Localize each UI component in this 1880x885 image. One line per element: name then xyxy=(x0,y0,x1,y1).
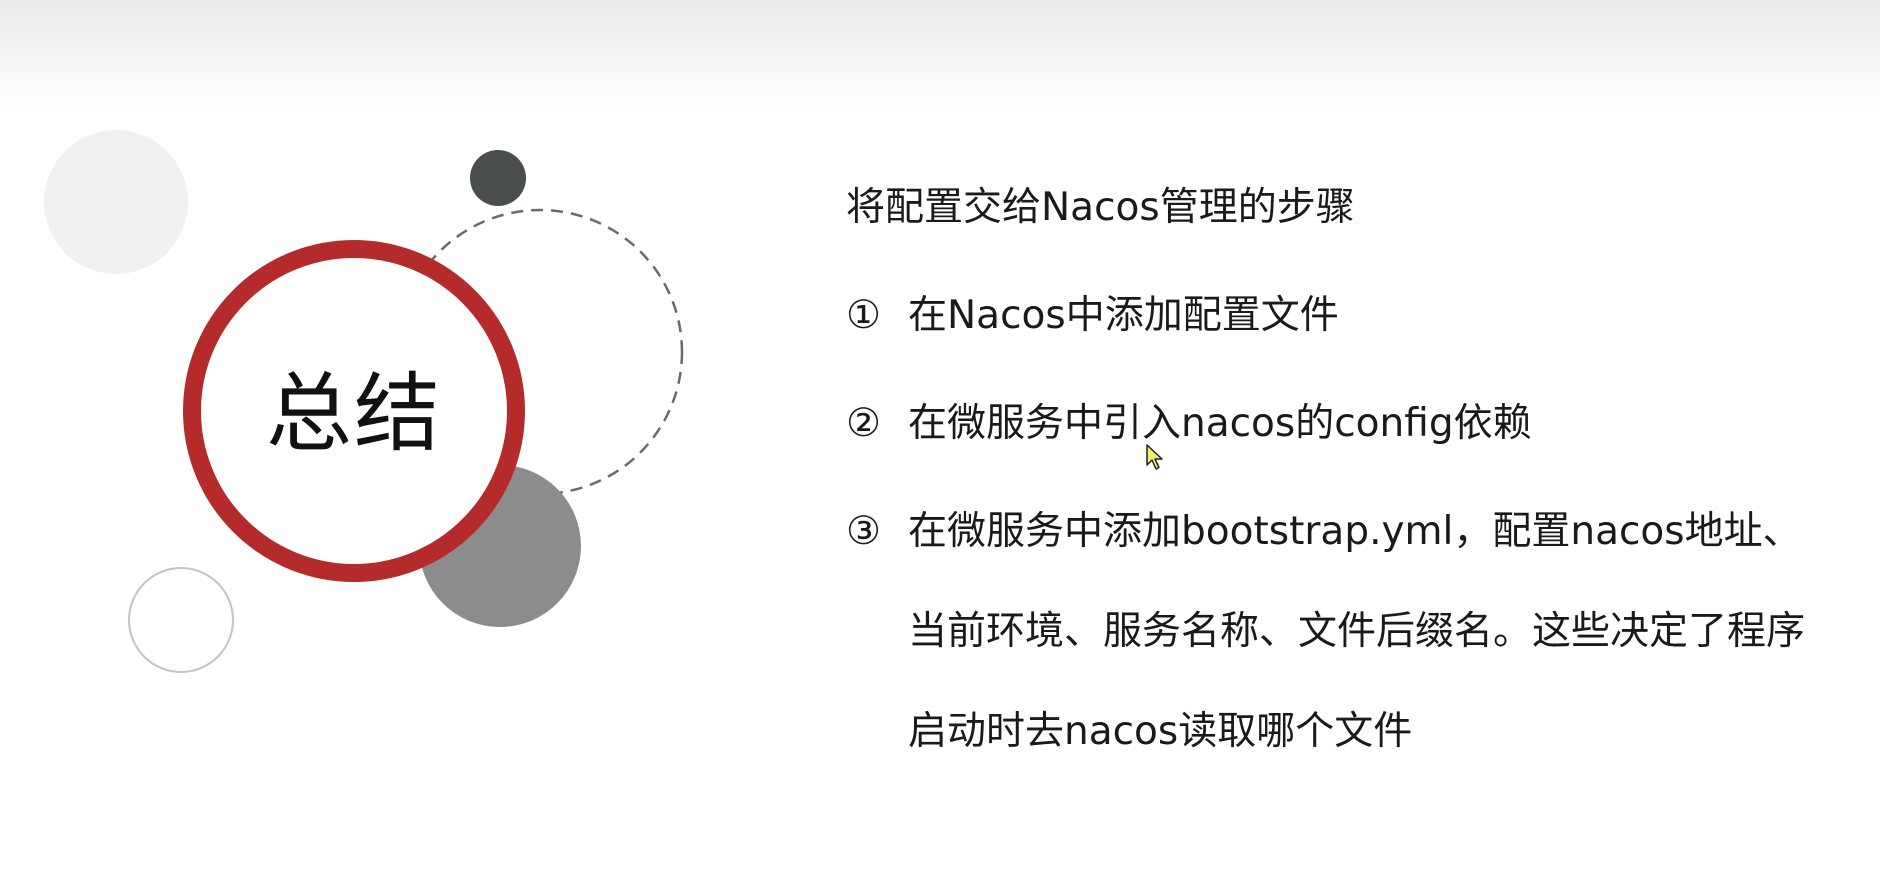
step-3: ③ 在微服务中添加bootstrap.yml，配置nacos地址、 当前环境、服… xyxy=(846,504,1846,782)
step-text: 在Nacos中添加配置文件 xyxy=(908,293,1339,338)
step-text: 在微服务中引入nacos的config依赖 xyxy=(908,401,1532,446)
step-number: ② xyxy=(846,401,881,446)
step-text-line: 启动时去nacos读取哪个文件 xyxy=(908,709,1413,754)
faint-circle xyxy=(44,130,188,274)
dark-circle xyxy=(470,150,526,206)
content-panel: 将配置交给Nacos管理的步骤 ① 在Nacos中添加配置文件 ② 在微服务中引… xyxy=(846,180,1846,834)
step-text-line: 在微服务中添加bootstrap.yml，配置nacos地址、 xyxy=(908,509,1802,554)
slide: 总结 将配置交给Nacos管理的步骤 ① 在Nacos中添加配置文件 ② 在微服… xyxy=(0,0,1880,885)
step-text-line: 当前环境、服务名称、文件后缀名。这些决定了程序 xyxy=(908,609,1806,654)
step-text: 在微服务中添加bootstrap.yml，配置nacos地址、 当前环境、服务名… xyxy=(908,482,1838,782)
step-1: ① 在Nacos中添加配置文件 xyxy=(846,288,1846,344)
mouse-cursor-icon xyxy=(1146,444,1163,470)
step-number: ① xyxy=(846,293,881,338)
main-title: 总结 xyxy=(266,364,442,464)
step-2: ② 在微服务中引入nacos的config依赖 xyxy=(846,396,1846,452)
step-number: ③ xyxy=(846,509,881,554)
outline-circle xyxy=(128,567,234,673)
subtitle: 将配置交给Nacos管理的步骤 xyxy=(846,185,1355,230)
